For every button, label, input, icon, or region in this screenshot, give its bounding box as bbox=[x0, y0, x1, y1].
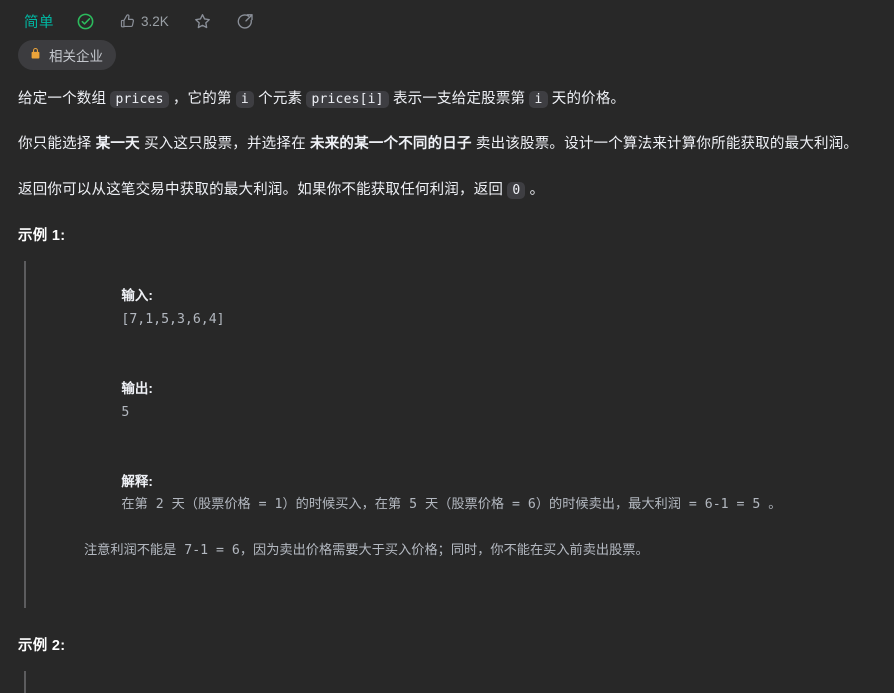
example-title: 示例 2: bbox=[18, 638, 66, 654]
example-title: 示例 1: bbox=[18, 228, 66, 245]
example-input-line: 输入: [7,1,5,3,6,4] bbox=[42, 261, 876, 354]
difficulty-badge[interactable]: 简单 bbox=[18, 7, 60, 36]
desc-text: 买入这只股票，并选择在 bbox=[139, 136, 310, 153]
like-count-label: 3.2K bbox=[141, 13, 169, 29]
desc-bold-future-day: 未来的某一个不同的日子 bbox=[310, 136, 472, 153]
example-input-value: [7,1,5,3,6,4] bbox=[121, 311, 225, 327]
example-explain-line: 解释: 在第 2 天（股票价格 = 1）的时候买入，在第 5 天（股票价格 = … bbox=[42, 447, 876, 608]
desc-text: 天的价格。 bbox=[547, 91, 626, 107]
company-tag-button[interactable]: 相关企业 bbox=[18, 40, 116, 70]
favorite-button[interactable] bbox=[185, 7, 220, 36]
desc-bold-someday: 某一天 bbox=[95, 136, 140, 153]
code-chip-prices: prices bbox=[110, 91, 169, 108]
share-icon bbox=[236, 12, 255, 31]
description-paragraph-2: 你只能选择 某一天 买入这只股票，并选择在 未来的某一个不同的日子 卖出该股票。… bbox=[18, 133, 876, 156]
desc-text: 你只能选择 bbox=[18, 136, 96, 153]
desc-text: 。 bbox=[525, 181, 545, 198]
problem-content: 给定一个数组 prices ，它的第 i 个元素 prices[i] 表示一支给… bbox=[18, 88, 876, 693]
share-button[interactable] bbox=[228, 7, 263, 36]
example-1: 示例 1: 输入: [7,1,5,3,6,4] 输出: 5 解释: 在第 2 天… bbox=[18, 224, 876, 608]
example-explain-label: 解释: bbox=[121, 473, 153, 489]
problem-description-panel: 简单 3.2K 相关企业 给定一个数组 prices ，它的第 i 个元素 pr… bbox=[0, 0, 894, 693]
desc-text: 给定一个数组 bbox=[18, 91, 111, 107]
example-body: 输入: prices = [7,6,4,3,1] 输出: 0 解释: 在这种情况… bbox=[24, 671, 876, 693]
code-chip-i: i bbox=[235, 91, 254, 108]
desc-text: 表示一支给定股票第 bbox=[388, 91, 530, 107]
code-chip-prices-i: prices[i] bbox=[306, 91, 389, 108]
example-explain-value: 在第 2 天（股票价格 = 1）的时候买入，在第 5 天（股票价格 = 6）的时… bbox=[121, 497, 782, 513]
solved-status-button[interactable] bbox=[68, 7, 103, 36]
company-tag-label: 相关企业 bbox=[49, 49, 103, 64]
example-body: 输入: [7,1,5,3,6,4] 输出: 5 解释: 在第 2 天（股票价格 … bbox=[24, 261, 876, 608]
example-2: 示例 2: 输入: prices = [7,6,4,3,1] 输出: 0 解释:… bbox=[18, 634, 876, 693]
example-output-line: 输出: 5 bbox=[42, 354, 876, 447]
desc-text: ，它的第 bbox=[168, 91, 236, 107]
example-input-line: 输入: prices = [7,6,4,3,1] bbox=[42, 671, 876, 693]
description-paragraph-1: 给定一个数组 prices ，它的第 i 个元素 prices[i] 表示一支给… bbox=[18, 88, 876, 111]
desc-text: 个元素 bbox=[253, 91, 307, 107]
lock-icon bbox=[29, 47, 42, 63]
desc-text: 卖出该股票。设计一个算法来计算你所能获取的最大利润。 bbox=[471, 136, 859, 153]
desc-text: 返回你可以从这笔交易中获取的最大利润。如果你不能获取任何利润，返回 bbox=[18, 181, 508, 198]
code-chip-zero: 0 bbox=[507, 181, 526, 199]
like-button[interactable]: 3.2K bbox=[111, 8, 177, 35]
check-circle-icon bbox=[76, 12, 95, 31]
example-output-label: 输出: bbox=[121, 380, 153, 396]
example-input-label: 输入: bbox=[121, 288, 153, 304]
problem-meta-bar: 简单 3.2K bbox=[18, 0, 876, 36]
thumbs-up-icon bbox=[119, 13, 136, 30]
example-explain-value-2: 注意利润不能是 7-1 = 6，因为卖出价格需要大于买入价格；同时，你不能在买入… bbox=[84, 542, 649, 558]
star-icon bbox=[193, 12, 212, 31]
example-output-value: 5 bbox=[121, 404, 130, 420]
description-paragraph-3: 返回你可以从这笔交易中获取的最大利润。如果你不能获取任何利润，返回 0 。 bbox=[18, 179, 876, 202]
tag-row: 相关企业 bbox=[18, 40, 876, 70]
code-chip-i-2: i bbox=[529, 91, 548, 108]
